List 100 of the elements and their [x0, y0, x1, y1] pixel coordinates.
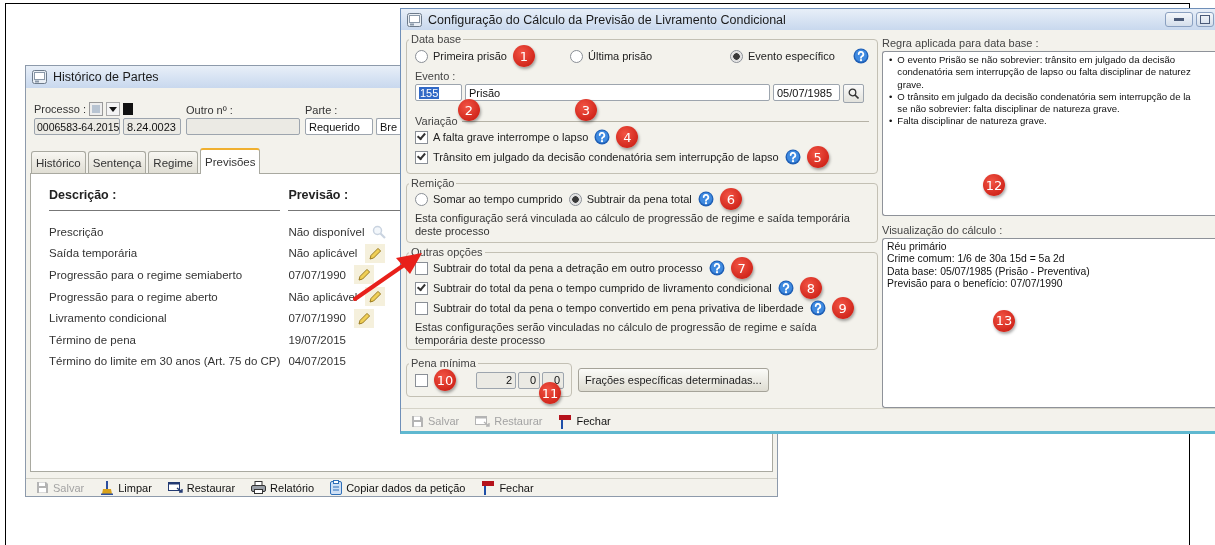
calculation-line: Crime comum: 1/6 de 30a 15d = 5a 2d	[887, 253, 1066, 266]
other-number-field[interactable]	[186, 118, 300, 135]
radio-button[interactable]	[730, 49, 743, 63]
calculation-line: Réu primário	[887, 241, 948, 254]
calculation-line: Data base: 05/07/1985 (Prisão - Preventiva)	[887, 265, 1091, 278]
square-icon	[1200, 15, 1210, 24]
help-icon[interactable]	[809, 300, 826, 316]
option-label[interactable]: Subtrair do total da pena o tempo convertido em pena privativa de liberdade	[433, 302, 804, 314]
help-icon[interactable]	[784, 149, 801, 165]
option-label[interactable]: Evento específico	[748, 50, 835, 62]
group-label: Variação	[415, 115, 458, 127]
number-field[interactable]: 2	[476, 371, 516, 389]
process-number-field[interactable]: 0006583-64.2015	[34, 118, 120, 135]
help-icon[interactable]	[697, 191, 714, 207]
radio-button[interactable]	[415, 192, 428, 206]
report-button[interactable]: Relatório	[249, 480, 317, 495]
fractions-button[interactable]: Frações específicas determinadas...	[578, 368, 769, 392]
option-label[interactable]: Trânsito em julgado da decisão condenatória sem interrupção de lapso	[433, 151, 779, 163]
number-badge: 13	[993, 310, 1015, 332]
square-icon[interactable]	[122, 103, 133, 115]
tab[interactable]: Regime	[148, 151, 198, 173]
option-label[interactable]: A falta grave interrompe o lapso	[433, 131, 589, 143]
party-name-field[interactable]: Bre	[376, 118, 400, 135]
field-label: Visualização do cálculo :	[882, 224, 1004, 236]
number-badge: 4	[616, 126, 639, 148]
checkbox[interactable]	[415, 130, 428, 144]
option-label[interactable]: Última prisão	[588, 50, 653, 62]
table-cell: 07/07/1990	[288, 269, 346, 281]
field-label: Processo :	[34, 103, 86, 115]
clear-button[interactable]: Limpar	[98, 479, 154, 496]
number-badge: 10	[434, 369, 456, 391]
option-label[interactable]: Primeira prisão	[433, 50, 507, 62]
table-cell: Término do limite em 30 anos (Art. 75 do CP)	[49, 355, 281, 368]
number-badge: 9	[831, 297, 854, 319]
event-name-field[interactable]: Prisão	[465, 84, 770, 101]
option-label[interactable]: Subtrair do total da pena a detração em outro processo	[433, 262, 703, 274]
maximize-button[interactable]	[1196, 12, 1214, 27]
table-cell: Prescrição	[49, 225, 104, 238]
checkbox[interactable]	[415, 373, 428, 387]
help-icon[interactable]	[594, 129, 611, 145]
checkbox[interactable]	[415, 301, 428, 315]
tab[interactable]: Sentença	[87, 151, 147, 173]
minimize-button[interactable]	[1165, 12, 1193, 27]
help-icon[interactable]	[853, 48, 869, 64]
window-title: Configuração do Cálculo da Previsão de Livramento Condicional	[428, 12, 786, 27]
table-cell: 07/07/1990	[288, 312, 346, 325]
list-bullet: •	[889, 90, 893, 104]
search-icon	[848, 88, 859, 99]
group-label: Data base	[410, 33, 463, 45]
broom-icon	[100, 480, 115, 495]
note-text: Esta configuração será vinculada ao cálculo de progressão de regime e saída temporária deste processo	[415, 212, 851, 238]
number-badge: 3	[575, 99, 597, 121]
number-badge: 1	[512, 45, 535, 67]
number-badge: 2	[458, 99, 480, 121]
table-cell: 04/07/2015	[288, 355, 346, 368]
field-label: Outro nº :	[186, 104, 234, 116]
close-button[interactable]: Fechar	[556, 412, 613, 430]
table-cell: Livramento condicional	[49, 312, 167, 325]
list-bullet: •	[889, 54, 893, 67]
checkbox[interactable]	[415, 261, 428, 275]
restore-button[interactable]: Restaurar	[165, 480, 238, 495]
radio-button[interactable]	[415, 49, 428, 63]
note-text: Estas configurações serão vinculadas no cálculo de progressão de regime e saída temporária deste processo	[415, 321, 818, 347]
close-button[interactable]: Fechar	[479, 479, 536, 496]
window-title: Histórico de Partes	[53, 70, 159, 84]
checkbox[interactable]	[415, 150, 428, 164]
field-label: Parte :	[305, 104, 339, 116]
list-bullet: •	[889, 115, 893, 128]
floppy-icon	[411, 414, 424, 428]
column-header: Descrição :	[49, 188, 281, 211]
number-field[interactable]: 0	[518, 371, 540, 389]
group-label: Remição	[410, 177, 456, 189]
option-label[interactable]: Subtrair do total da pena o tempo cumprido de livramento condicional	[433, 282, 772, 294]
rule-item: O evento Prisão se não sobrevier: trânsito em julgado da decisão condenatória sem interrupção de lapso ou falta disciplinar de naturez grave.	[897, 54, 1191, 91]
table-cell: Saída temporária	[49, 247, 138, 260]
radio-button[interactable]	[568, 192, 582, 206]
flag-icon	[481, 480, 496, 495]
window-icon	[32, 70, 47, 84]
tab[interactable]: Previsões	[200, 148, 261, 174]
event-date-field[interactable]: 05/07/1985	[773, 84, 840, 101]
number-badge: 7	[730, 257, 753, 279]
field-label: Regra aplicada para data base :	[882, 37, 1040, 49]
help-icon[interactable]	[708, 260, 725, 276]
option-label[interactable]: Somar ao tempo cumprido	[433, 193, 563, 205]
dash-icon	[1174, 18, 1184, 21]
search-button[interactable]	[843, 84, 864, 103]
help-icon[interactable]	[777, 280, 794, 296]
clipboard-icon	[330, 480, 343, 495]
process-suffix-field[interactable]: 8.24.0023	[123, 118, 181, 135]
event-code-field[interactable]: 155	[415, 84, 462, 101]
copy-button[interactable]: Copiar dados da petição	[328, 479, 468, 496]
group-label: Pena mínima	[410, 357, 477, 369]
number-badge: 8	[799, 277, 822, 299]
printer-icon	[251, 481, 267, 494]
radio-button[interactable]	[570, 49, 583, 63]
party-field[interactable]: Requerido	[305, 118, 373, 135]
floppy-icon	[36, 481, 49, 494]
dropdown-icon[interactable]	[105, 102, 120, 116]
checkbox[interactable]	[415, 281, 428, 295]
tab[interactable]: Histórico	[31, 151, 86, 173]
